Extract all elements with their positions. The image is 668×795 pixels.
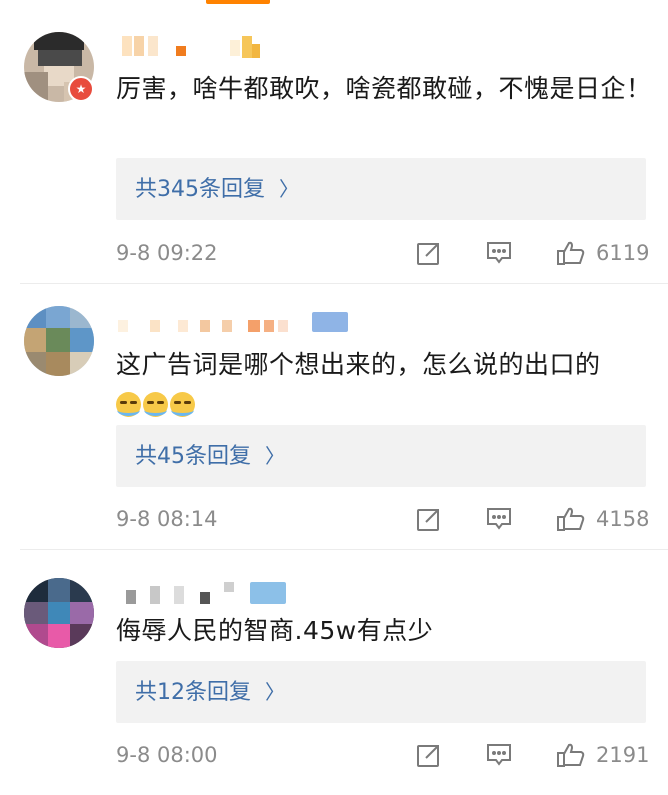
like-count: 6119 [596, 241, 650, 265]
comment-text: 厉害，啥牛都敢吹，啥瓷都敢碰，不愧是日企！ [116, 74, 652, 103]
comment-text: 这广告词是哪个想出来的，怎么说的出口的 [116, 346, 656, 422]
comment-text: 侮辱人民的智商.45w有点少 [116, 616, 434, 645]
verified-badge: ★ [68, 76, 94, 102]
share-icon[interactable] [416, 240, 442, 266]
laugh-cry-emoji-icon [143, 391, 168, 417]
view-replies-button[interactable]: 共45条回复〉 [116, 425, 646, 487]
laugh-cry-emoji-icon [116, 391, 141, 417]
like-count: 4158 [596, 507, 650, 531]
active-tab-indicator [206, 0, 270, 4]
comment-time: 9-8 08:14 [116, 507, 218, 531]
comment-meta: 9-8 08:14 4158 [116, 504, 656, 534]
thumbs-up-icon[interactable] [556, 742, 586, 768]
comment-icon[interactable] [486, 506, 512, 532]
comment-icon[interactable] [486, 240, 512, 266]
avatar[interactable] [24, 578, 94, 648]
username-blurred[interactable] [118, 36, 278, 64]
share-icon[interactable] [416, 742, 442, 768]
reply-count-label: 共45条回复 [135, 444, 251, 469]
avatar[interactable] [24, 306, 94, 376]
laugh-cry-emoji-icon [170, 391, 195, 417]
reply-count-label: 共345条回复 [135, 177, 265, 202]
chevron-right-icon: 〉 [265, 680, 285, 704]
thumbs-up-icon[interactable] [556, 506, 586, 532]
view-replies-button[interactable]: 共12条回复〉 [116, 661, 646, 723]
comment-time: 9-8 08:00 [116, 743, 218, 767]
chevron-right-icon: 〉 [265, 444, 285, 468]
view-replies-button[interactable]: 共345条回复〉 [116, 158, 646, 220]
share-icon[interactable] [416, 506, 442, 532]
comment-text-body: 这广告词是哪个想出来的，怎么说的出口的 [116, 350, 601, 379]
comment-time: 9-8 09:22 [116, 241, 218, 265]
username-blurred[interactable] [118, 312, 358, 340]
reply-count-label: 共12条回复 [135, 680, 251, 705]
username-blurred[interactable] [118, 582, 298, 610]
divider [20, 283, 668, 284]
divider [20, 549, 668, 550]
comment-meta: 9-8 09:22 6119 [116, 238, 656, 268]
comment-meta: 9-8 08:00 2191 [116, 740, 656, 770]
thumbs-up-icon[interactable] [556, 240, 586, 266]
emoji-row [116, 391, 195, 417]
comment-icon[interactable] [486, 742, 512, 768]
like-count: 2191 [596, 743, 650, 767]
chevron-right-icon: 〉 [279, 177, 299, 201]
